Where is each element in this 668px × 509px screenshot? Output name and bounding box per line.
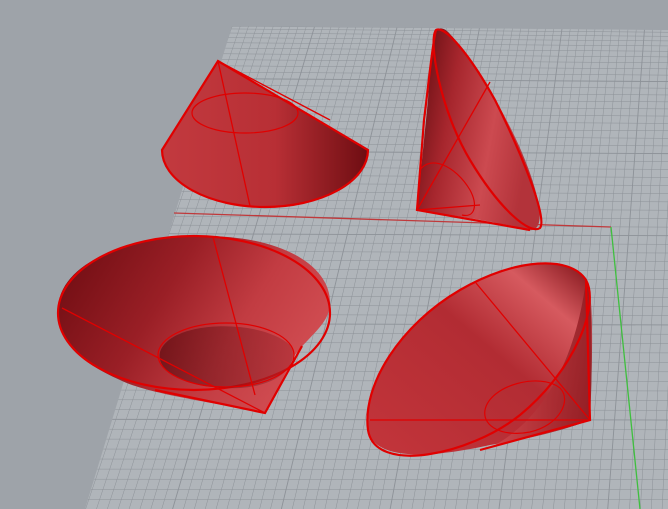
perspective-viewport[interactable] <box>0 0 668 509</box>
scene-canvas[interactable] <box>0 0 668 509</box>
